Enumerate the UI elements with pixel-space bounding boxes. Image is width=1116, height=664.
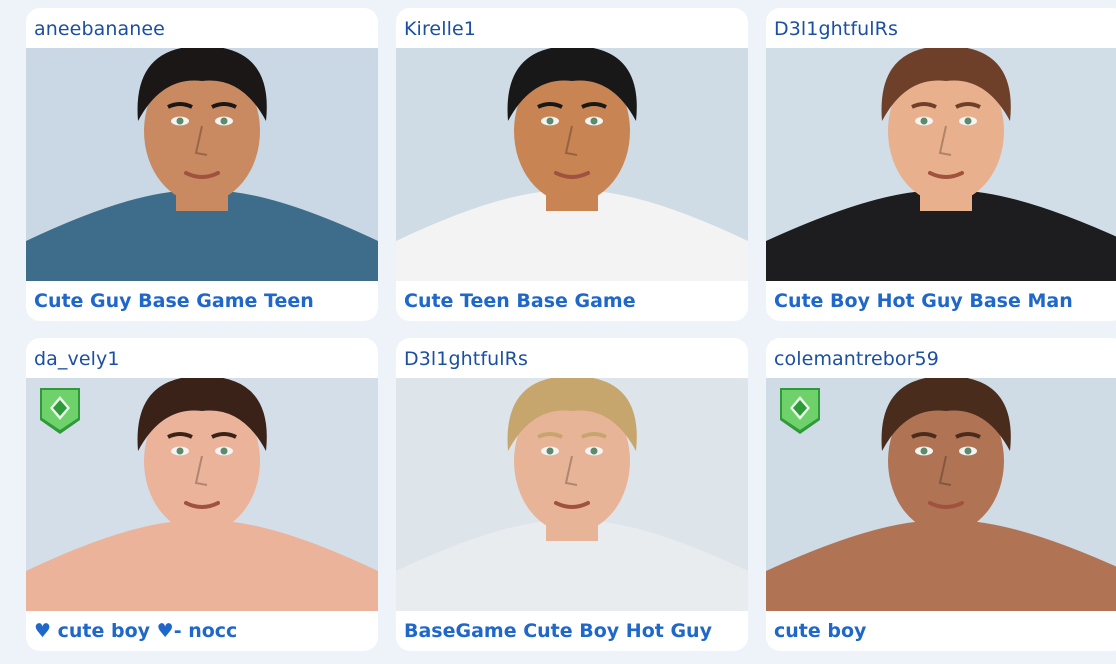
sim-card[interactable]: D3l1ghtfulRs Cute Boy Hot Guy Base Man bbox=[766, 8, 1116, 321]
sim-card[interactable]: aneebananee Cute Guy Base Game Teen bbox=[26, 8, 378, 321]
verified-plumbob-icon bbox=[780, 388, 820, 434]
portrait-image bbox=[26, 48, 378, 281]
sim-title[interactable]: Cute Boy Hot Guy Base Man bbox=[774, 290, 1073, 312]
sim-card[interactable]: da_vely1 ♥ cute boy ♥- nocc bbox=[26, 338, 378, 651]
creator-name[interactable]: D3l1ghtfulRs bbox=[404, 348, 528, 370]
sim-card[interactable]: Kirelle1 Cute Teen Base Game bbox=[396, 8, 748, 321]
sim-title[interactable]: BaseGame Cute Boy Hot Guy bbox=[404, 620, 712, 642]
verified-plumbob-icon bbox=[40, 388, 80, 434]
portrait-image bbox=[396, 48, 748, 281]
sim-card[interactable]: colemantrebor59 cute boy bbox=[766, 338, 1116, 651]
sim-card[interactable]: D3l1ghtfulRs BaseGame Cute Boy Hot Guy bbox=[396, 338, 748, 651]
creator-name[interactable]: colemantrebor59 bbox=[774, 348, 939, 370]
creator-name[interactable]: Kirelle1 bbox=[404, 18, 476, 40]
sim-title[interactable]: Cute Teen Base Game bbox=[404, 290, 636, 312]
sim-title[interactable]: ♥ cute boy ♥- nocc bbox=[34, 620, 237, 642]
sim-thumbnail[interactable] bbox=[26, 48, 378, 281]
sim-title[interactable]: Cute Guy Base Game Teen bbox=[34, 290, 314, 312]
sim-thumbnail[interactable] bbox=[396, 378, 748, 611]
sim-thumbnail[interactable] bbox=[396, 48, 748, 281]
sim-thumbnail[interactable] bbox=[26, 378, 378, 611]
portrait-image bbox=[766, 48, 1116, 281]
creator-name[interactable]: da_vely1 bbox=[34, 348, 120, 370]
sim-title[interactable]: cute boy bbox=[774, 620, 866, 642]
sim-thumbnail[interactable] bbox=[766, 48, 1116, 281]
sim-thumbnail[interactable] bbox=[766, 378, 1116, 611]
creator-name[interactable]: aneebananee bbox=[34, 18, 165, 40]
creator-name[interactable]: D3l1ghtfulRs bbox=[774, 18, 898, 40]
portrait-image bbox=[396, 378, 748, 611]
